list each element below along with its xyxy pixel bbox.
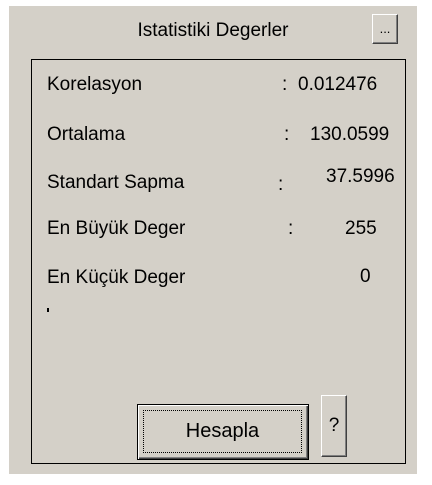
statistics-panel: Istatistiki Degerler Korelasyon : 0.0124…	[9, 6, 417, 474]
min-value-label: En Küçük Deger	[47, 267, 186, 288]
std-dev-colon: :	[278, 174, 284, 195]
correlation-value: 0.012476	[298, 74, 378, 95]
mean-value: 130.0599	[310, 124, 390, 145]
std-dev-label: Standart Sapma	[47, 172, 185, 193]
min-value-value: 0	[360, 266, 371, 287]
max-value-label: En Büyük Deger	[47, 218, 186, 239]
correlation-label: Korelasyon	[47, 74, 143, 95]
max-value-value: 255	[345, 218, 377, 239]
statistics-groupbox: Korelasyon : 0.012476 Ortalama : 130.059…	[31, 59, 406, 464]
correlation-colon: :	[282, 74, 288, 95]
calculate-button-label: Hesapla	[143, 410, 302, 453]
max-value-colon: :	[288, 218, 294, 239]
correlation-details-button[interactable]: ...	[372, 14, 398, 44]
calculate-button[interactable]: Hesapla	[137, 404, 309, 460]
mean-label: Ortalama	[47, 124, 126, 145]
std-dev-value: 37.5996	[326, 166, 395, 187]
panel-title: Istatistiki Degerler	[137, 20, 289, 41]
stray-mark	[47, 308, 49, 312]
help-button[interactable]: ?	[321, 395, 347, 457]
mean-colon: :	[284, 124, 290, 145]
